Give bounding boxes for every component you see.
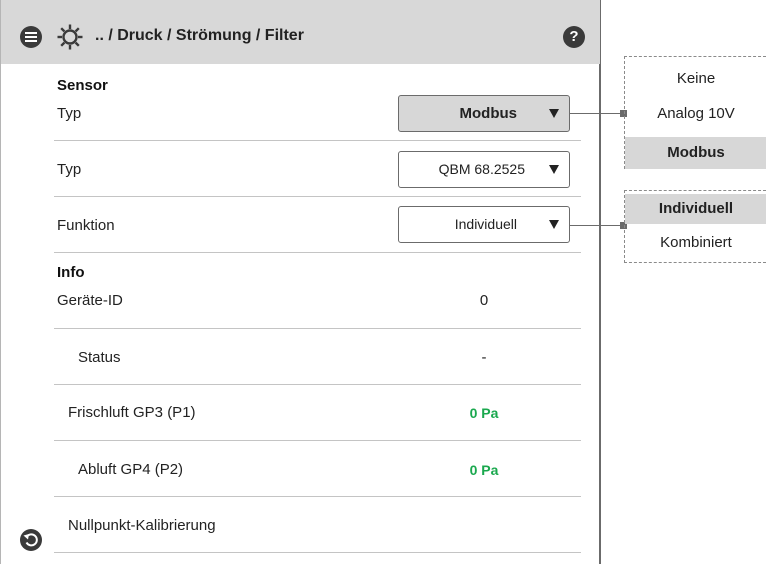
abluft-value: 0 Pa [469,462,499,478]
divider [54,384,581,385]
status-label: Status [78,349,121,366]
option-kombiniert[interactable]: Kombiniert [625,231,766,255]
divider [54,252,581,253]
connector-line [569,113,624,114]
status-value: - [481,349,487,366]
funktion-options-list: Individuell Kombiniert [624,190,766,263]
settings-panel: .. / Druck / Strömung / Filter ? Sensor … [0,0,601,564]
typ-options-list: Keine Analog 10V Modbus [624,56,766,169]
breadcrumb: .. / Druck / Strömung / Filter [95,27,304,44]
option-keine[interactable]: Keine [625,67,766,91]
dropdown-arrow-icon [549,109,559,118]
dropdown-arrow-icon [549,165,559,174]
divider [54,328,581,329]
sensor-typ-label: Typ [57,161,82,178]
typ-select-value: Modbus [459,105,518,122]
connector-line [569,225,624,226]
help-icon[interactable]: ? [563,26,585,48]
geraete-id-label: Geräte-ID [57,292,123,309]
divider [54,496,581,497]
option-individuell[interactable]: Individuell [625,194,766,224]
nullpunkt-kalibrierung-item[interactable]: Nullpunkt-Kalibrierung [68,517,216,534]
option-analog-10v[interactable]: Analog 10V [625,102,766,126]
typ-label: Typ [57,105,82,122]
frischluft-label: Frischluft GP3 (P1) [68,404,196,421]
funktion-label: Funktion [57,217,115,234]
typ-select[interactable]: Modbus [398,95,570,132]
divider [54,140,581,141]
gear-icon[interactable] [56,23,84,51]
geraete-id-value: 0 [479,292,489,309]
funktion-select-value: Individuell [454,216,517,232]
header-bar: .. / Druck / Strömung / Filter ? [1,0,600,64]
abluft-label: Abluft GP4 (P2) [78,461,184,478]
dropdown-arrow-icon [549,220,559,229]
option-modbus[interactable]: Modbus [625,137,766,169]
menu-icon[interactable] [20,26,42,48]
section-title-sensor: Sensor [57,77,108,94]
divider [54,196,581,197]
funktion-select[interactable]: Individuell [398,206,570,243]
divider [54,440,581,441]
sensor-typ-select[interactable]: QBM 68.2525 [398,151,570,188]
section-title-info: Info [57,264,85,281]
divider [54,552,581,553]
back-icon[interactable] [20,529,42,551]
frischluft-value: 0 Pa [469,405,499,421]
sensor-typ-select-value: QBM 68.2525 [438,161,525,177]
